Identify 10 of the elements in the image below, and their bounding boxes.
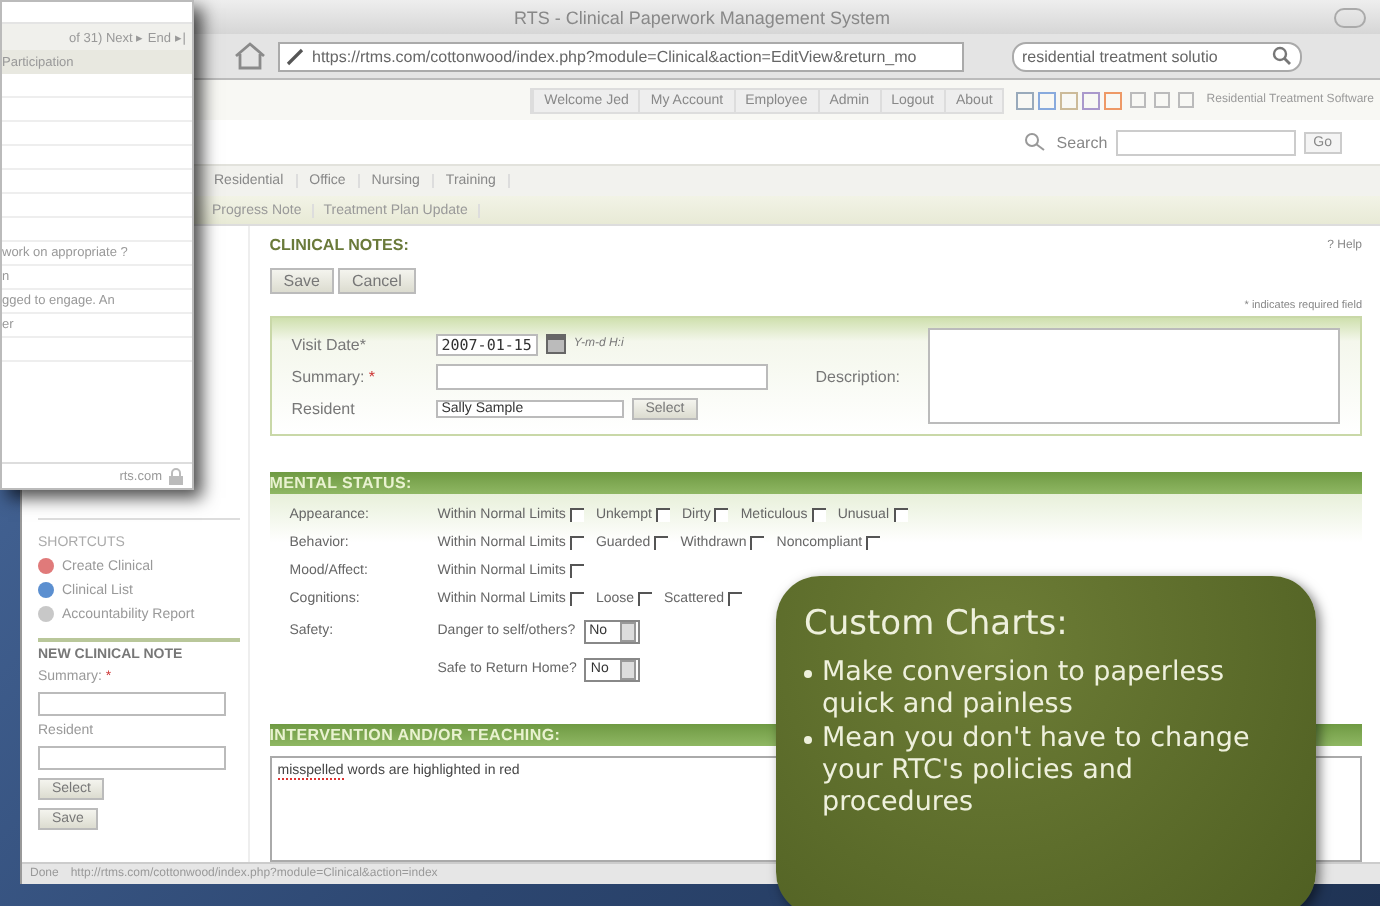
search-label: Search — [1056, 133, 1108, 151]
callout-title: Custom Charts: — [804, 604, 1070, 644]
callout-text: Make conversion to paperless quick and painless — [822, 656, 1227, 720]
field-label: Visit Date* — [291, 335, 368, 353]
section-header-bar: MENTAL STATUS: — [269, 472, 1362, 494]
field-label: Summary: * — [291, 367, 378, 385]
section-title: CLINICAL NOTES: — [269, 236, 409, 254]
field-label: Description: — [815, 367, 900, 385]
field-label: Resident — [291, 399, 357, 417]
window-title: RTS - Clinical Paperwork Management System — [514, 7, 890, 27]
